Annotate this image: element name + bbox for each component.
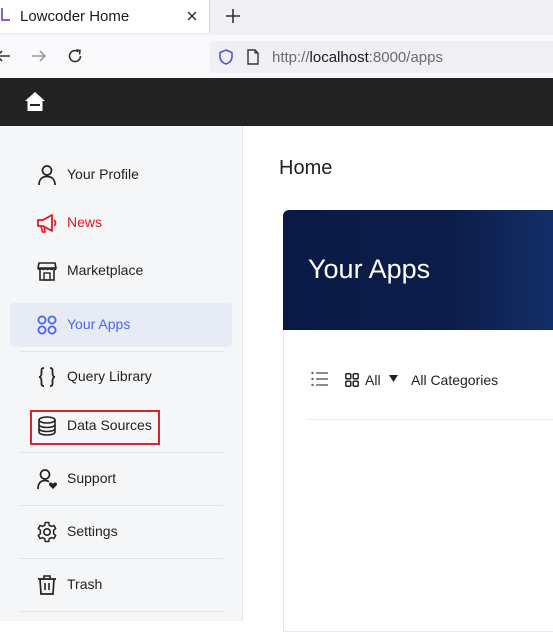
sidebar-item-label: Settings — [67, 523, 118, 539]
sidebar-item-your-profile[interactable]: Your Profile — [10, 153, 232, 197]
user-icon — [38, 165, 56, 186]
sidebar-item-label: News — [67, 214, 103, 230]
sidebar-item-label: Your Profile — [67, 166, 139, 182]
tab-title: Lowcoder Home — [20, 8, 130, 25]
url-bar[interactable]: http://localhost:8000/apps — [210, 41, 553, 73]
sidebar-item-label: Query Library — [67, 368, 152, 384]
apps-grid-icon — [37, 315, 57, 335]
sidebar-divider — [20, 351, 223, 352]
sidebar-divider — [20, 558, 223, 559]
page-title: Home — [279, 157, 333, 179]
store-icon — [37, 262, 57, 281]
browser-tab-bar: Lowcoder Home — [0, 0, 553, 35]
sidebar-divider — [20, 505, 223, 506]
app-header — [0, 78, 553, 126]
sidebar-item-news[interactable]: News — [10, 201, 232, 245]
caret-down-icon[interactable] — [389, 375, 398, 382]
plus-icon[interactable] — [224, 7, 242, 25]
banner-title: Your Apps — [308, 254, 431, 284]
grid-icon[interactable] — [345, 373, 359, 387]
sidebar-item-settings[interactable]: Settings — [10, 510, 232, 554]
sidebar-divider — [20, 452, 223, 453]
sidebar-item-label: Support — [67, 470, 117, 486]
lowcoder-favicon-icon — [1, 8, 10, 21]
braces-icon — [38, 367, 56, 387]
sidebar-item-your-apps[interactable]: Your Apps — [10, 303, 232, 347]
browser-nav-bar: http://localhost:8000/apps — [0, 35, 553, 79]
reload-icon[interactable] — [66, 47, 84, 65]
filter-all-dropdown[interactable]: All — [365, 372, 381, 388]
browser-tab[interactable]: Lowcoder Home — [0, 0, 210, 33]
sidebar-item-label: Trash — [67, 576, 103, 592]
list-view-icon[interactable] — [311, 371, 329, 387]
sidebar-item-label: Marketplace — [67, 262, 144, 278]
sidebar-item-trash[interactable]: Trash — [10, 563, 232, 607]
category-filter[interactable]: All Categories — [411, 372, 498, 388]
shield-icon[interactable] — [218, 49, 234, 65]
sidebar-item-query-library[interactable]: Query Library — [10, 355, 232, 399]
gear-icon — [37, 521, 57, 543]
url-text[interactable]: http://localhost:8000/apps — [272, 49, 443, 66]
data-sources-highlight — [30, 410, 160, 445]
support-user-icon — [37, 469, 58, 490]
sidebar-item-marketplace[interactable]: Marketplace — [10, 249, 232, 293]
page-icon — [247, 49, 259, 65]
back-arrow-icon[interactable] — [0, 47, 12, 65]
sidebar-item-support[interactable]: Support — [10, 457, 232, 501]
content-divider — [307, 419, 553, 420]
megaphone-icon — [37, 214, 57, 233]
sidebar-divider — [20, 611, 223, 612]
forward-arrow-icon[interactable] — [30, 47, 48, 65]
trash-icon — [38, 575, 56, 595]
sidebar-item-label: Your Apps — [67, 316, 131, 332]
home-icon[interactable] — [24, 91, 46, 113]
close-icon[interactable] — [184, 8, 200, 24]
